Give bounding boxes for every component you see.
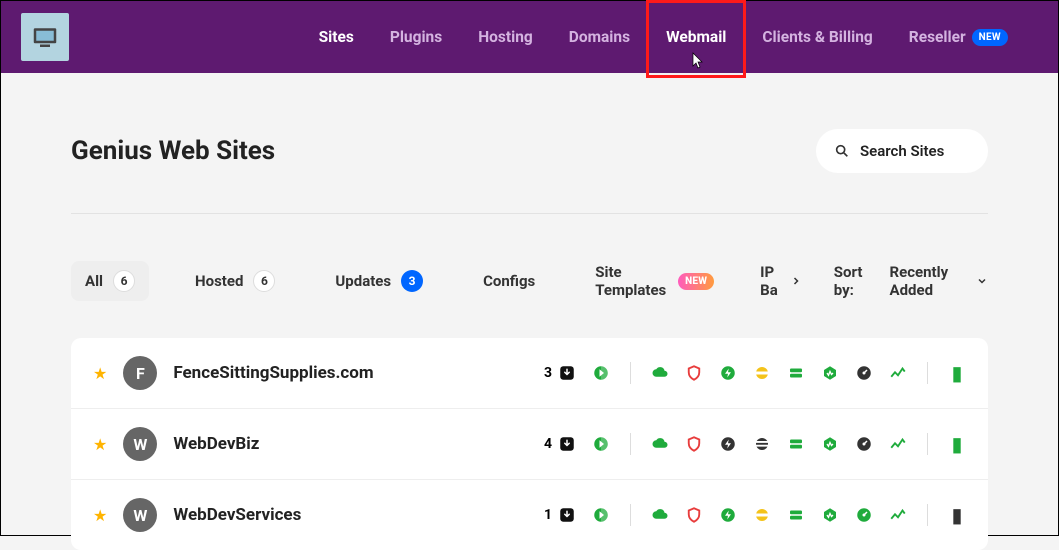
- dl-count: 3: [544, 365, 552, 381]
- divider: [630, 362, 631, 384]
- nav-hosting[interactable]: Hosting: [460, 14, 551, 60]
- gauge-icon[interactable]: [855, 435, 873, 453]
- count-all: 6: [113, 270, 135, 292]
- cloud-icon[interactable]: [651, 506, 669, 524]
- filter-hosted[interactable]: Hosted 6: [181, 261, 289, 301]
- site-name[interactable]: FenceSittingSupplies.com: [173, 363, 373, 383]
- divider: [927, 504, 928, 526]
- cloud-icon[interactable]: [651, 435, 669, 453]
- nav-domains[interactable]: Domains: [551, 14, 648, 60]
- bolt-icon[interactable]: [719, 364, 737, 382]
- filter-all[interactable]: All 6: [71, 261, 149, 301]
- heart-icon[interactable]: [821, 506, 839, 524]
- sort-label: Sort by:: [834, 263, 876, 299]
- chart-icon[interactable]: [889, 435, 907, 453]
- download-icon[interactable]: [558, 506, 576, 524]
- shield-red-icon[interactable]: [685, 435, 703, 453]
- download-group[interactable]: 3: [544, 364, 576, 382]
- avatar: F: [123, 356, 157, 390]
- content: Genius Web Sites Search Sites All 6 Host…: [1, 73, 1058, 550]
- download-icon[interactable]: [558, 364, 576, 382]
- divider: [630, 504, 631, 526]
- sort-group: Sort by: Recently Added: [834, 263, 988, 299]
- star-icon[interactable]: ★: [93, 364, 107, 383]
- star-icon[interactable]: ★: [93, 435, 107, 454]
- divider: [630, 433, 631, 455]
- filter-row: All 6 Hosted 6 Updates 3 Configs Site Te…: [71, 214, 988, 338]
- site-list: ★FFenceSittingSupplies.com3▮★WWebDevBiz4…: [71, 338, 988, 550]
- site-row[interactable]: ★WWebDevServices1▮: [71, 480, 988, 550]
- templates-new-badge: NEW: [678, 273, 714, 290]
- dl-count: 1: [544, 507, 552, 523]
- dl-count: 4: [544, 436, 552, 452]
- filter-configs[interactable]: Configs: [469, 263, 549, 299]
- page-title: Genius Web Sites: [71, 136, 275, 166]
- book-dark-icon[interactable]: ▮: [948, 506, 966, 524]
- nav-sites[interactable]: Sites: [301, 14, 372, 60]
- site-name[interactable]: WebDevServices: [173, 505, 301, 525]
- count-updates: 3: [401, 270, 423, 292]
- disc-yellow-icon[interactable]: [753, 506, 771, 524]
- chevron-right-icon: [790, 275, 802, 287]
- cursor-icon: [688, 52, 704, 72]
- heart-icon[interactable]: [821, 364, 839, 382]
- bars-icon[interactable]: [787, 435, 805, 453]
- nav-items: Sites Plugins Hosting Domains Webmail Cl…: [301, 14, 1038, 60]
- download-icon[interactable]: [558, 435, 576, 453]
- chevron-down-icon: [976, 275, 988, 287]
- row-icons: 4▮: [544, 433, 966, 455]
- avatar: W: [123, 427, 157, 461]
- book-green-icon[interactable]: ▮: [948, 435, 966, 453]
- download-group[interactable]: 4: [544, 435, 576, 453]
- divider: [927, 433, 928, 455]
- paper-icon[interactable]: [592, 435, 610, 453]
- download-group[interactable]: 1: [544, 506, 576, 524]
- shield-red-icon[interactable]: [685, 506, 703, 524]
- site-row[interactable]: ★WWebDevBiz4▮: [71, 409, 988, 480]
- count-hosted: 6: [253, 270, 275, 292]
- shield-red-icon[interactable]: [685, 364, 703, 382]
- paper-icon[interactable]: [592, 364, 610, 382]
- filter-updates[interactable]: Updates 3: [321, 261, 437, 301]
- search-icon: [834, 143, 850, 159]
- bolt-dark-icon[interactable]: [719, 435, 737, 453]
- search-input[interactable]: Search Sites: [816, 129, 988, 173]
- filter-ip[interactable]: IP Ba: [760, 263, 802, 299]
- top-nav: Sites Plugins Hosting Domains Webmail Cl…: [1, 1, 1058, 73]
- nav-webmail[interactable]: Webmail: [648, 14, 744, 60]
- bolt-icon[interactable]: [719, 506, 737, 524]
- logo[interactable]: [21, 13, 69, 61]
- nav-plugins[interactable]: Plugins: [372, 14, 460, 60]
- avatar: W: [123, 498, 157, 532]
- header-row: Genius Web Sites Search Sites: [71, 73, 988, 214]
- nav-reseller[interactable]: Reseller NEW: [891, 14, 1026, 60]
- gauge-icon[interactable]: [855, 364, 873, 382]
- site-name[interactable]: WebDevBiz: [173, 434, 259, 454]
- book-green-icon[interactable]: ▮: [948, 364, 966, 382]
- chart-icon[interactable]: [889, 364, 907, 382]
- nav-clients-billing[interactable]: Clients & Billing: [744, 14, 890, 60]
- row-icons: 3▮: [544, 362, 966, 384]
- cloud-icon[interactable]: [651, 364, 669, 382]
- disc-yellow-icon[interactable]: [753, 364, 771, 382]
- site-row[interactable]: ★FFenceSittingSupplies.com3▮: [71, 338, 988, 409]
- divider: [927, 362, 928, 384]
- bars-icon[interactable]: [787, 364, 805, 382]
- row-icons: 1▮: [544, 504, 966, 526]
- new-badge: NEW: [972, 29, 1008, 46]
- chart-icon[interactable]: [889, 506, 907, 524]
- heart-icon[interactable]: [821, 435, 839, 453]
- gauge-green-icon[interactable]: [855, 506, 873, 524]
- filter-templates[interactable]: Site Templates NEW: [581, 254, 728, 308]
- search-placeholder: Search Sites: [860, 142, 944, 160]
- paper-icon[interactable]: [592, 506, 610, 524]
- disc-dark-icon[interactable]: [753, 435, 771, 453]
- sort-dropdown[interactable]: Recently Added: [890, 263, 989, 299]
- star-icon[interactable]: ★: [93, 506, 107, 525]
- bars-icon[interactable]: [787, 506, 805, 524]
